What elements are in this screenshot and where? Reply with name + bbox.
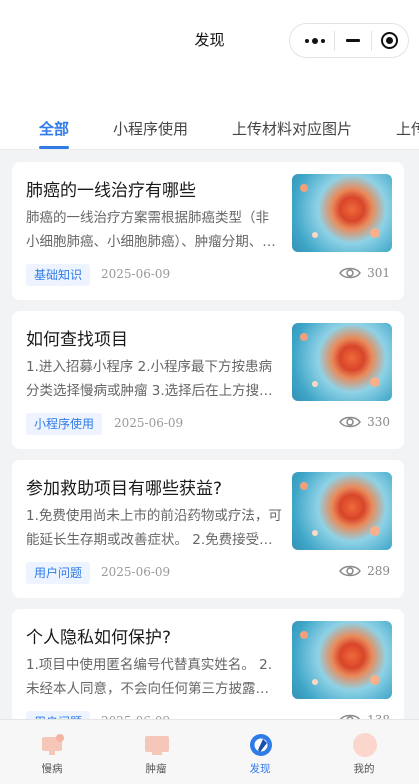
close-target-icon [381, 32, 399, 49]
discover-icon [250, 734, 272, 756]
article-card[interactable]: 肺癌的一线治疗有哪些 肺癌的一线治疗方案需根据肺癌类型（非小细胞肺癌、小细胞肺癌… [12, 162, 404, 300]
article-summary: 1.进入招募小程序 2.小程序最下方按患病分类选择慢病或肿瘤 3.选择后在上方搜… [26, 359, 273, 399]
article-tag: 小程序使用 [26, 413, 103, 435]
article-date: 2025-06-09 [101, 565, 171, 579]
view-count-value: 289 [367, 564, 390, 578]
more-menu-button[interactable] [296, 24, 334, 57]
article-thumbnail [292, 174, 392, 252]
profile-icon [353, 733, 377, 757]
article-thumbnail [292, 472, 392, 550]
tabbar-label: 慢病 [41, 763, 63, 775]
article-tag: 用户问题 [26, 562, 91, 584]
tabbar-label: 发现 [249, 763, 271, 775]
active-tab-indicator [39, 146, 69, 149]
minimize-icon [345, 39, 360, 42]
chronic-disease-icon [42, 734, 64, 755]
view-count: 289 [339, 564, 390, 578]
tab-upload-materials-images[interactable]: 上传材料对应图片 [232, 118, 352, 139]
eye-icon [339, 267, 361, 279]
article-tag: 基础知识 [26, 264, 91, 286]
article-title: 如何查找项目 [26, 330, 128, 350]
tabbar-label: 我的 [353, 763, 375, 775]
tabbar-item-tumor[interactable]: 肿瘤 [104, 720, 208, 784]
article-thumbnail [292, 621, 392, 699]
category-tabs: 全部 小程序使用 上传材料对应图片 上传 [0, 86, 419, 150]
tab-mini-program-usage[interactable]: 小程序使用 [113, 118, 188, 139]
eye-icon [339, 416, 361, 428]
more-dots-icon [304, 37, 325, 44]
tabbar-item-profile[interactable]: 我的 [312, 720, 416, 784]
navigation-bar: 发现 [0, 0, 419, 86]
minimize-button[interactable] [335, 24, 371, 57]
article-date: 2025-06-09 [101, 267, 171, 281]
tumor-monitor-icon [145, 736, 169, 755]
article-title: 肺癌的一线治疗有哪些 [26, 181, 196, 201]
tabbar-item-discover[interactable]: 发现 [208, 720, 312, 784]
article-summary: 1.项目中使用匿名编号代替真实姓名。 2.未经本人同意，不会向任何第三方披露个人… [26, 657, 273, 697]
article-summary: 肺癌的一线治疗方案需根据肺癌类型（非小细胞肺癌、小细胞肺癌）、肿瘤分期、基因检测… [26, 210, 276, 250]
eye-icon [339, 565, 361, 577]
article-card[interactable]: 如何查找项目 1.进入招募小程序 2.小程序最下方按患病分类选择慢病或肿瘤 3.… [12, 311, 404, 449]
mini-program-capsule [289, 23, 409, 58]
view-count: 330 [339, 415, 390, 429]
article-date: 2025-06-09 [114, 416, 184, 430]
article-card[interactable]: 参加救助项目有哪些获益? 1.免费使用尚未上市的前沿药物或疗法，可能延长生存期或… [12, 460, 404, 598]
view-count-value: 301 [367, 266, 390, 280]
article-thumbnail [292, 323, 392, 401]
article-title: 参加救助项目有哪些获益? [26, 479, 223, 499]
view-count-value: 330 [367, 415, 390, 429]
tab-upload[interactable]: 上传 [396, 118, 419, 139]
view-count: 301 [339, 266, 390, 280]
article-summary: 1.免费使用尚未上市的前沿药物或疗法，可能延长生存期或改善症状。 2.免费接受相… [26, 508, 282, 548]
bottom-tab-bar: 慢病 肿瘤 发现 我的 [0, 719, 419, 784]
article-title: 个人隐私如何保护? [26, 628, 172, 648]
close-button[interactable] [372, 24, 408, 57]
tabbar-label: 肿瘤 [145, 763, 167, 775]
tabbar-item-chronic[interactable]: 慢病 [0, 720, 104, 784]
tab-all[interactable]: 全部 [39, 118, 69, 139]
